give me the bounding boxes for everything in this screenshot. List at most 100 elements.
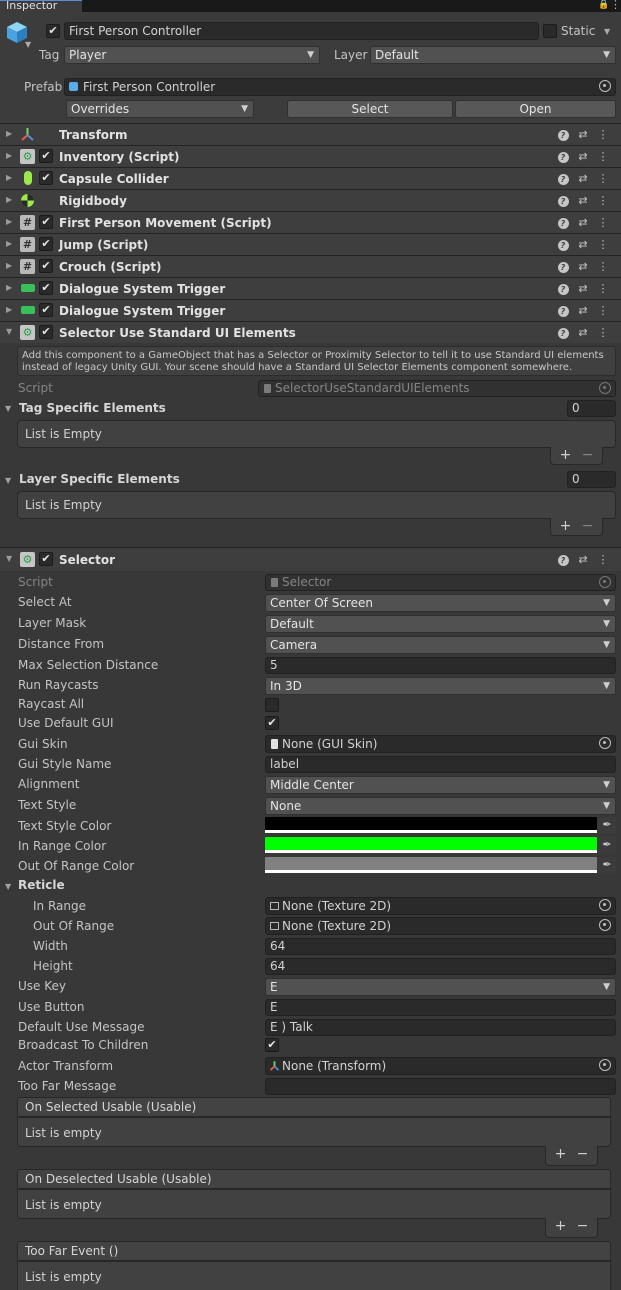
add-button[interactable]: + [555,447,577,463]
out-of-range-color-field[interactable]: ✒ [265,857,616,874]
open-button[interactable]: Open [455,100,616,118]
help-icon[interactable]: ? [553,278,573,300]
fold-arrow-icon[interactable]: ▶ [6,151,12,160]
fold-arrow-icon[interactable]: ▶ [6,195,12,204]
raycast-all-checkbox[interactable] [265,698,279,712]
presets-icon[interactable]: ⇄ [573,300,593,322]
alignment-dropdown[interactable]: Middle Center ▼ [265,776,616,794]
component-crouch[interactable]: ▶ # ✔ Crouch (Script) ? ⇄ ⋮ [0,255,621,277]
presets-icon[interactable]: ⇄ [573,212,593,234]
too-far-message-field[interactable] [265,1078,616,1095]
component-transform[interactable]: ▶ Transform ? ⇄ ⋮ [0,123,621,145]
gui-style-name-field[interactable]: label [265,756,616,773]
width-field[interactable]: 64 [265,938,616,955]
actor-transform-field[interactable]: None (Transform) [265,1057,616,1075]
remove-button[interactable]: − [577,518,599,534]
object-name-field[interactable]: First Person Controller [64,22,539,40]
lock-icon[interactable]: 🔒 [598,0,609,10]
fold-arrow-icon[interactable]: ▶ [6,129,12,138]
layer-elements-count[interactable]: 0 [567,471,616,488]
overrides-dropdown[interactable]: Overrides ▼ [66,100,254,118]
object-picker-icon[interactable] [599,1059,611,1071]
text-style-dropdown[interactable]: None ▼ [265,797,616,815]
enabled-checkbox[interactable]: ✔ [39,259,53,273]
component-selector[interactable]: ▼ ⚙ ✔ Selector ? ⇄ ⋮ [0,547,621,571]
more-icon[interactable]: ⋮ [593,278,613,300]
help-icon[interactable]: ? [553,168,573,190]
component-rigidbody[interactable]: ▶ Rigidbody ? ⇄ ⋮ [0,189,621,211]
tag-dropdown[interactable]: Player ▼ [64,46,320,64]
presets-icon[interactable]: ⇄ [573,234,593,256]
component-jump[interactable]: ▶ # ✔ Jump (Script) ? ⇄ ⋮ [0,233,621,255]
help-icon[interactable]: ? [553,212,573,234]
help-icon[interactable]: ? [553,300,573,322]
help-icon[interactable]: ? [553,256,573,278]
enabled-checkbox[interactable]: ✔ [39,215,53,229]
in-range-color-field[interactable]: ✒ [265,837,616,854]
layer-mask-dropdown[interactable]: Default ▼ [265,615,616,633]
more-icon[interactable]: ⋮ [593,190,613,212]
default-use-message-field[interactable]: E ) Talk [265,1019,616,1036]
object-picker-icon[interactable] [599,80,611,92]
fold-arrow-expanded-icon[interactable]: ▼ [6,554,12,563]
enabled-checkbox[interactable]: ✔ [39,237,53,251]
eyedropper-icon[interactable]: ✒ [598,857,616,874]
fold-arrow-expanded-icon[interactable]: ▼ [5,476,11,485]
add-button[interactable]: + [550,1146,572,1162]
fold-arrow-icon[interactable]: ▶ [6,283,12,292]
run-raycasts-dropdown[interactable]: In 3D ▼ [265,677,616,695]
presets-icon[interactable]: ⇄ [573,190,593,212]
static-dropdown-arrow[interactable]: ▼ [604,27,610,36]
help-icon[interactable]: ? [553,190,573,212]
object-picker-icon[interactable] [599,899,611,911]
presets-icon[interactable]: ⇄ [573,168,593,190]
remove-button[interactable]: − [572,1218,594,1234]
use-default-gui-checkbox[interactable]: ✔ [265,716,279,730]
component-dialogue-system-trigger-2[interactable]: ▶ ✔ Dialogue System Trigger ? ⇄ ⋮ [0,299,621,321]
height-field[interactable]: 64 [265,958,616,975]
help-icon[interactable]: ? [553,146,573,168]
fold-arrow-icon[interactable]: ▶ [6,173,12,182]
eyedropper-icon[interactable]: ✒ [598,837,616,854]
help-icon[interactable]: ? [553,322,573,344]
presets-icon[interactable]: ⇄ [573,256,593,278]
eyedropper-icon[interactable]: ✒ [598,817,616,834]
more-icon[interactable]: ⋮ [593,146,613,168]
distance-from-dropdown[interactable]: Camera ▼ [265,636,616,654]
tag-elements-count[interactable]: 0 [567,400,616,417]
presets-icon[interactable]: ⇄ [573,548,593,572]
component-first-person-movement[interactable]: ▶ # ✔ First Person Movement (Script) ? ⇄ ⋮ [0,211,621,233]
remove-button[interactable]: − [577,447,599,463]
object-picker-icon[interactable] [599,737,611,749]
more-icon[interactable]: ⋮ [593,548,613,572]
in-range-texture-field[interactable]: None (Texture 2D) [265,897,616,915]
fold-arrow-icon[interactable]: ▶ [6,305,12,314]
more-icon[interactable]: ⋮ [593,300,613,322]
help-icon[interactable]: ? [553,234,573,256]
component-inventory[interactable]: ▶ ⚙ ✔ Inventory (Script) ? ⇄ ⋮ [0,145,621,167]
more-icon[interactable]: ⋮ [593,256,613,278]
enabled-checkbox[interactable]: ✔ [39,303,53,317]
more-icon[interactable]: ⋮ [593,234,613,256]
presets-icon[interactable]: ⇄ [573,124,593,146]
object-picker-icon[interactable] [599,919,611,931]
fold-arrow-expanded-icon[interactable]: ▼ [6,327,12,336]
prefab-field[interactable]: First Person Controller [64,78,616,96]
out-of-range-texture-field[interactable]: None (Texture 2D) [265,917,616,935]
more-icon[interactable]: ⋮ [593,124,613,146]
select-button[interactable]: Select [287,100,453,118]
select-at-dropdown[interactable]: Center Of Screen ▼ [265,594,616,612]
icon-dropdown-arrow[interactable]: ▼ [25,40,31,49]
presets-icon[interactable]: ⇄ [573,322,593,344]
fold-arrow-icon[interactable]: ▶ [6,239,12,248]
presets-icon[interactable]: ⇄ [573,146,593,168]
enabled-checkbox[interactable]: ✔ [39,281,53,295]
more-icon[interactable]: ⋮ [593,322,613,344]
component-selector-use-standard-ui[interactable]: ▼ ⚙ ✔ Selector Use Standard UI Elements … [0,321,621,343]
add-button[interactable]: + [555,518,577,534]
more-icon[interactable]: ⋮ [593,168,613,190]
max-distance-field[interactable]: 5 [265,657,616,674]
add-button[interactable]: + [550,1218,572,1234]
active-checkbox[interactable]: ✔ [46,24,60,38]
use-button-field[interactable]: E [265,999,616,1016]
